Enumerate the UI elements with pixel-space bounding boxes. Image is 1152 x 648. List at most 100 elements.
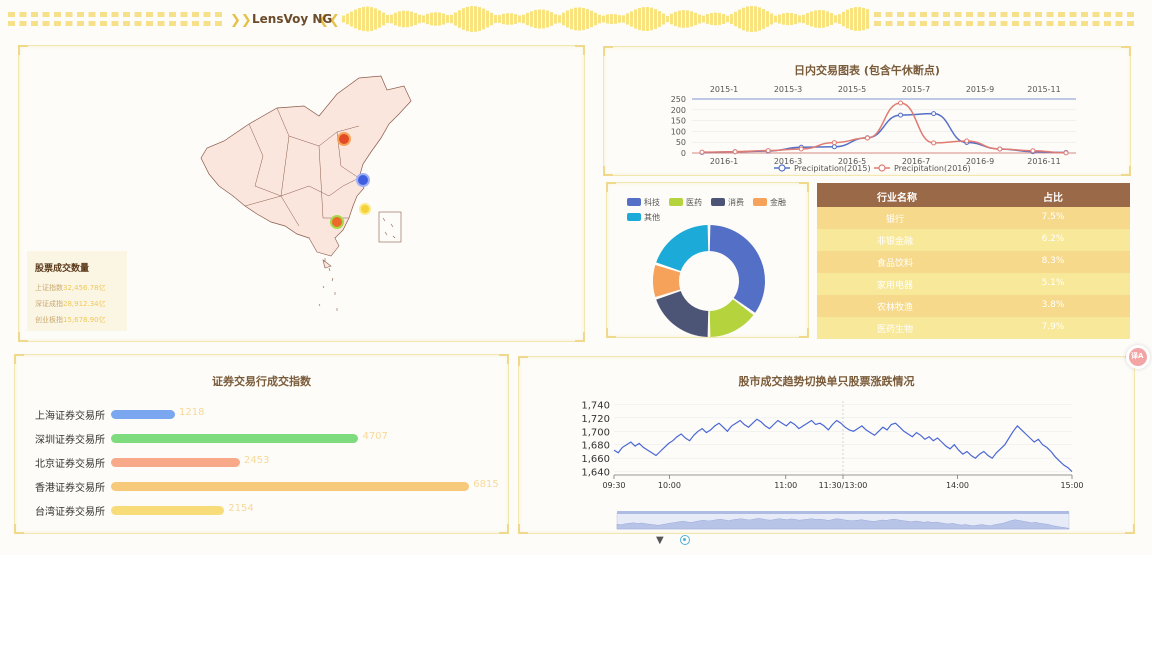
y-tick-label: 1,640 [581, 468, 610, 479]
top-axis-label: 2015-11 [1027, 85, 1060, 94]
series-point [964, 138, 970, 144]
series-point [699, 149, 705, 155]
table-cell-name: 非银金融 [876, 237, 913, 247]
legend-label: Precipitation(2016) [894, 164, 971, 173]
x-tick-label: 10:00 [658, 481, 681, 490]
x-tick-label: 11:30/13:00 [819, 481, 868, 490]
series-point [1030, 148, 1036, 154]
table-cell-share: 7.9% [1041, 322, 1065, 332]
y-tick-label: 1,720 [581, 414, 610, 425]
table-row[interactable]: 银行 7.5% [817, 207, 1130, 229]
exchange-bar-row[interactable]: 深圳证券交易所 4707 [15, 429, 505, 449]
translate-label: 译A [1131, 352, 1144, 360]
donut-slice [652, 265, 681, 297]
y-tick-label: 1,680 [581, 441, 610, 452]
exchange-chart-panel: 证券交易行成交指数 上海证券交易所 1218 深圳证券交易所 4707 北京证券交易所 2… [14, 354, 509, 534]
bar-value: 2453 [243, 455, 270, 466]
dashboard-screen: ❯❯ ❮❮ LensVoy NG 股票成交数量 上证指数32,456.78亿 深… [0, 0, 1152, 555]
bar-label: 北京证券交易所 [35, 459, 105, 470]
table-cell-share: 8.3% [1041, 256, 1065, 266]
zoom-slider-handle-bar[interactable] [617, 511, 1069, 514]
bar-label: 深圳证券交易所 [35, 435, 105, 446]
app-title: LensVoy NG [252, 12, 333, 26]
top-axis-label: 2015-5 [838, 85, 866, 94]
top-axis-label: 2015-3 [774, 85, 802, 94]
legend-marker [778, 164, 786, 172]
translate-float-button[interactable]: 译A [1126, 345, 1150, 369]
header-bar: ❯❯ ❮❮ LensVoy NG [0, 0, 1152, 40]
intraday-chart-panel: 日内交易图表 (包含午休断点) 250 200 150 100 50 0 2015-1 201… [603, 46, 1131, 176]
exchange-bar-row[interactable]: 上海证券交易所 1218 [15, 405, 505, 425]
legend-marker [878, 164, 886, 172]
header-chevron-left-icon: ❯❯ [230, 13, 252, 28]
bar[interactable] [111, 506, 225, 515]
stats-box: 股票成交数量 上证指数32,456.78亿 深证成指28,912.34亿 创业板… [27, 251, 127, 331]
exchange-bar-row[interactable]: 香港证券交易所 6815 [15, 477, 505, 497]
y-tick-label: 0 [681, 149, 686, 158]
exchange-bar-row[interactable]: 台湾证券交易所 2154 [15, 501, 505, 521]
map-panel: 股票成交数量 上证指数32,456.78亿 深证成指28,912.34亿 创业板… [18, 45, 585, 342]
table-cell-name: 食品饮料 [876, 259, 913, 269]
map-marker-shanghai [356, 173, 370, 187]
y-tick-label: 200 [671, 106, 686, 115]
table-row[interactable]: 医药生物 7.9% [817, 317, 1130, 339]
header-decoration: ❯❯ ❮❮ [8, 6, 1134, 32]
table-row[interactable]: 家用电器 5.1% [817, 273, 1130, 295]
stat-row: 深证成指28,912.34亿 [35, 300, 106, 308]
y-tick-label: 1,660 [581, 454, 610, 465]
exchange-chart-title: 证券交易行成交指数 [212, 375, 311, 388]
table-cell-name: 医药生物 [876, 325, 913, 335]
bar-label: 香港证券交易所 [35, 483, 105, 494]
bar-label: 台湾证券交易所 [35, 507, 105, 518]
x-tick-label: 09:30 [602, 481, 625, 490]
top-axis-label: 2015-9 [966, 85, 994, 94]
table-cell-share: 3.8% [1041, 300, 1065, 310]
y-tick-label: 250 [671, 95, 686, 104]
donut-slice [656, 290, 709, 337]
bar-value: 6815 [473, 479, 499, 490]
china-map-outline [200, 75, 412, 243]
stat-row: 上证指数32,456.78亿 [35, 284, 106, 292]
bar-value: 4707 [362, 431, 388, 442]
series-point [898, 112, 904, 118]
bar-value: 1218 [179, 407, 205, 418]
series-point [765, 148, 771, 154]
x-tick-label: 11:00 [774, 481, 797, 490]
table-cell-share: 6.2% [1041, 234, 1065, 244]
bar[interactable] [111, 458, 240, 467]
stat-row: 创业板指15,678.90亿 [35, 316, 106, 324]
exchange-bar-row[interactable]: 北京证券交易所 2453 [15, 453, 505, 473]
map-marker-guangzhou [330, 215, 344, 229]
table-header: 行业名称 占比 [817, 183, 1130, 207]
target-icon[interactable] [680, 535, 690, 545]
series-point [997, 146, 1003, 152]
y-tick-label: 150 [671, 117, 686, 126]
bar[interactable] [111, 482, 470, 491]
y-tick-label: 50 [676, 138, 686, 147]
table-header-name: 行业名称 [877, 193, 917, 204]
table-row[interactable]: 食品饮料 8.3% [817, 251, 1130, 273]
stats-title: 股票成交数量 [35, 264, 90, 274]
series-point [1063, 150, 1069, 156]
donut-chart-panel: 科技 医药 消费 金融 其他 [606, 182, 809, 338]
top-axis-label: 2015-1 [710, 85, 738, 94]
series-point [864, 135, 870, 141]
filter-icon[interactable]: ▼ [656, 535, 664, 546]
series-point [798, 146, 804, 152]
sector-donut-chart[interactable] [607, 183, 810, 339]
trend-chart-panel: 股市成交趋势切换单只股票涨跌情况 1,740 1,720 1,700 1,680 1,6… [518, 356, 1135, 534]
trend-line-chart[interactable]: 1,740 1,720 1,700 1,680 1,660 1,640 09:30 10:00… [519, 357, 1136, 535]
bottom-axis-label: 2016-11 [1027, 157, 1060, 166]
top-axis-label: 2015-7 [902, 85, 930, 94]
bottom-axis-label: 2016-1 [710, 157, 738, 166]
table-row[interactable]: 农林牧渔 3.8% [817, 295, 1130, 317]
bar[interactable] [111, 434, 359, 443]
series-point [931, 111, 937, 117]
series-line [701, 102, 1067, 154]
intraday-line-chart[interactable]: 250 200 150100 50 0 2015-1 2015-3 2015-5 2015-7 2… [604, 47, 1132, 177]
industry-table: 行业名称 占比 银行 7.5% 非银金融 6.2% 食品饮料 8.3% 家用电器 5.1% 农林… [817, 183, 1130, 339]
table-header-share: 占比 [1043, 193, 1063, 204]
bar-value: 2154 [228, 503, 254, 514]
table-row[interactable]: 非银金融 6.2% [817, 229, 1130, 251]
bar[interactable] [111, 410, 176, 419]
